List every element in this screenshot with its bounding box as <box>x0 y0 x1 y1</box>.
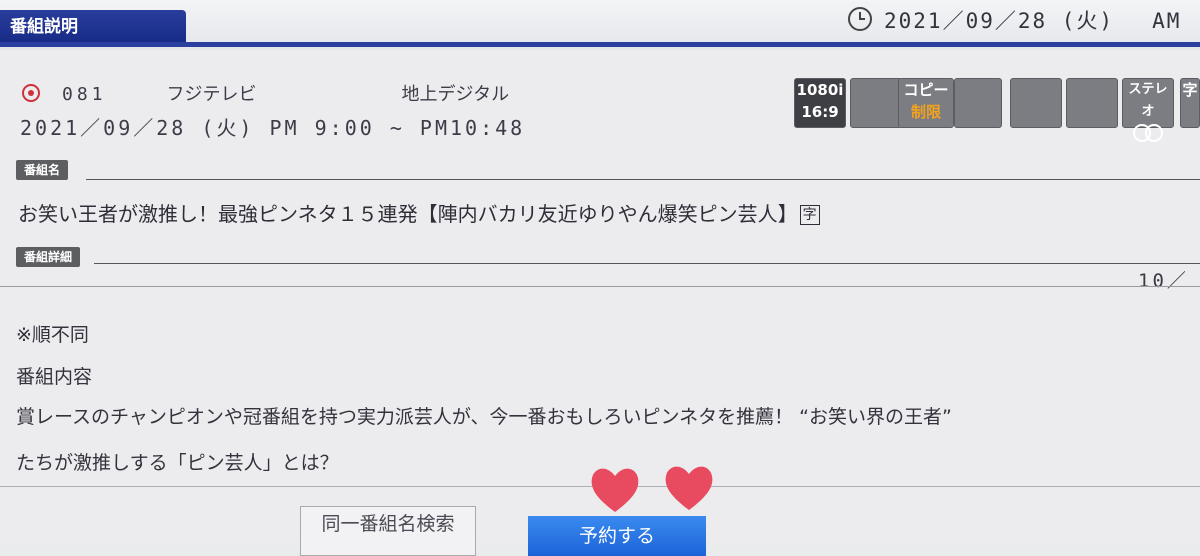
terrestrial-icon <box>22 84 40 102</box>
window-title: 番組説明 <box>0 10 186 44</box>
reserve-button[interactable]: 予約する <box>528 516 706 556</box>
badge-copy-restricted: コピー 制限 <box>898 78 954 128</box>
program-detail-section: 番組詳細 <box>16 247 1200 269</box>
stereo-icon <box>1123 123 1173 145</box>
channel-number: 081 <box>62 84 107 105</box>
badge-empty <box>954 78 1002 128</box>
badge-stereo: ステレオ <box>1122 78 1174 142</box>
clock: 2021／09／28 (火) AM <box>848 5 1181 33</box>
channel-type: 地上デジタル <box>401 84 510 105</box>
clock-ampm: AM <box>1152 9 1182 33</box>
program-name-label: 番組名 <box>16 160 69 180</box>
clock-icon <box>848 7 872 31</box>
badge-subtitle: 字 <box>1180 78 1200 128</box>
badge-resolution: 1080i 16:9 <box>794 78 846 128</box>
page-indicator: 10／ <box>1138 270 1189 292</box>
divider <box>94 263 1200 264</box>
detail-line: ※順不同 <box>16 324 89 346</box>
subtitle-mark: 字 <box>799 205 820 225</box>
program-name-section: 番組名 <box>16 160 1200 182</box>
detail-line: 賞レースのチャンピオンや冠番組を持つ実力派芸人が、今一番おもしろいピンネタを推薦… <box>16 406 952 428</box>
badge-empty <box>1010 78 1062 128</box>
badge-empty <box>1066 78 1118 128</box>
channel-name: フジテレビ <box>166 84 257 105</box>
divider <box>86 179 1200 180</box>
heart-icon <box>665 466 713 510</box>
program-detail-label: 番組詳細 <box>16 247 81 267</box>
detail-line: たちが激推しする「ピン芸人」とは？ <box>16 452 339 474</box>
divider <box>0 286 1200 287</box>
top-bar: 番組説明 2021／09／28 (火) AM <box>0 0 1200 50</box>
program-title: お笑い王者が激推し！最強ピンネタ１５連発【陣内バカリ友近ゆりやん爆笑ピン芸人】字 <box>18 198 820 227</box>
badge-empty <box>850 78 902 128</box>
channel-row: 081 フジテレビ 地上デジタル <box>22 80 509 106</box>
detail-line: 番組内容 <box>16 366 93 388</box>
heart-icon <box>591 468 639 512</box>
broadcast-datetime: 2021／09／28 (火) PM 9:00 ~ PM10:48 <box>20 116 526 140</box>
clock-date: 2021／09／28 (火) <box>884 9 1115 33</box>
title-underline <box>0 42 1200 47</box>
same-name-search-button[interactable]: 同一番組名検索 <box>300 506 476 556</box>
